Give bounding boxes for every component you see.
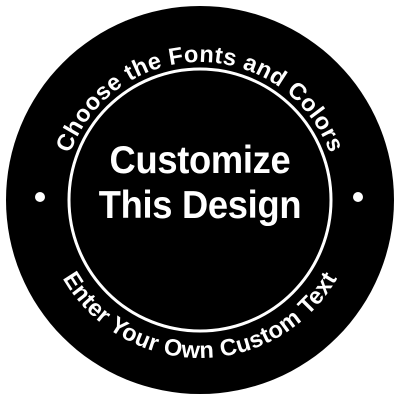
center-headline: Customize This Design — [70, 138, 330, 228]
left-dot-icon — [35, 192, 45, 202]
center-line-2: This Design — [98, 184, 302, 227]
sticker-canvas: Choose the Fonts and Colors Enter Your O… — [0, 0, 400, 400]
center-line-1: Customize — [109, 139, 291, 182]
right-dot-icon — [353, 192, 363, 202]
